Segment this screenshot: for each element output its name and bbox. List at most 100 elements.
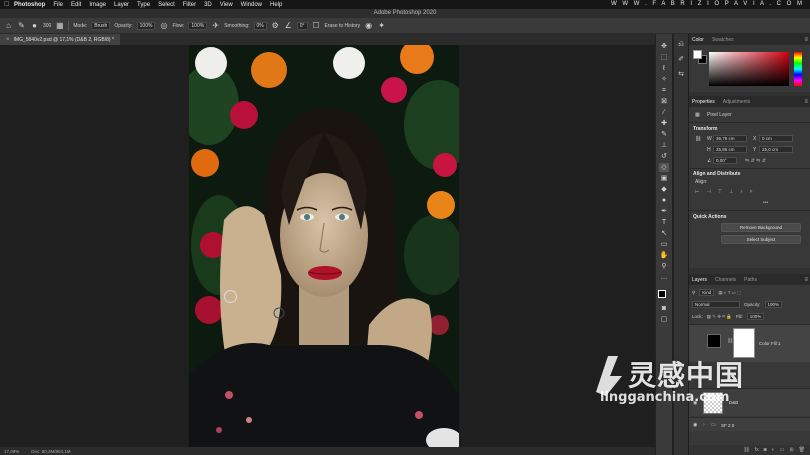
smoothing-input[interactable]: 0%: [253, 21, 267, 30]
shape-tool-icon[interactable]: ▭: [659, 240, 669, 249]
type-tool-icon[interactable]: T: [659, 218, 669, 227]
new-layer-icon[interactable]: ⊞: [789, 447, 793, 453]
eraser-tool-icon[interactable]: ◇: [659, 163, 669, 172]
menu-app-name[interactable]: Photoshop: [14, 2, 45, 8]
x-input[interactable]: 0 cm: [759, 135, 793, 142]
brush-settings-panel-icon[interactable]: ✐: [677, 55, 686, 64]
frame-tool-icon[interactable]: ⊠: [659, 97, 669, 106]
more-options-icon[interactable]: •••: [763, 200, 768, 206]
move-tool-icon[interactable]: ✥: [659, 42, 669, 51]
align-header[interactable]: Align and Distribute: [693, 171, 741, 177]
doc-info[interactable]: Doc: 80,2M/804,1M: [31, 449, 70, 454]
symmetry-icon[interactable]: ✦: [377, 21, 386, 30]
color-fg-bg-swatches[interactable]: [693, 50, 707, 64]
panel-menu-icon[interactable]: ≡: [804, 37, 808, 43]
remove-background-button[interactable]: Remove Background: [721, 223, 801, 232]
link-icon[interactable]: ⛓: [695, 136, 701, 142]
brush-settings-icon[interactable]: ▦: [55, 21, 64, 30]
eraser-tool-icon[interactable]: ✎: [17, 21, 26, 30]
layer-opacity-input[interactable]: 100%: [764, 301, 783, 308]
filter-kind-select[interactable]: Kind: [699, 289, 715, 296]
pen-tool-icon[interactable]: ✒: [659, 207, 669, 216]
document-tab[interactable]: × IMG_5840v2.psd @ 17,1% (D&B 2, RGB/8) …: [0, 34, 120, 45]
hand-tool-icon[interactable]: ✋: [659, 251, 669, 260]
align-right-icon[interactable]: ⊤: [718, 189, 722, 195]
canvas-area[interactable]: [0, 45, 655, 447]
tab-swatches[interactable]: Swatches: [712, 37, 734, 43]
blend-mode-select[interactable]: Normal: [692, 301, 740, 308]
brush-size-value[interactable]: 300: [43, 23, 51, 29]
menu-help[interactable]: Help: [270, 2, 282, 8]
link-layers-icon[interactable]: ⛓: [743, 447, 749, 453]
menu-filter[interactable]: Filter: [183, 2, 196, 8]
menu-window[interactable]: Window: [241, 2, 262, 8]
brush-tool-icon[interactable]: ✎: [659, 130, 669, 139]
layer-row[interactable]: ◉ › ▭ SF 2.0: [689, 417, 810, 431]
chevron-right-icon[interactable]: ›: [703, 422, 705, 428]
pressure-opacity-icon[interactable]: ◎: [159, 21, 168, 30]
menu-file[interactable]: File: [53, 2, 63, 8]
eye-icon[interactable]: ◉: [693, 422, 697, 428]
foreground-color-swatch[interactable]: [658, 290, 666, 298]
hue-slider[interactable]: [794, 52, 802, 86]
width-input[interactable]: 36,76 cm: [713, 135, 747, 142]
y-input[interactable]: 25,0 cm: [759, 146, 793, 153]
add-mask-icon[interactable]: ◙: [764, 447, 767, 453]
menu-edit[interactable]: Edit: [71, 2, 81, 8]
character-panel-icon[interactable]: ⇆: [677, 70, 686, 79]
gradient-tool-icon[interactable]: ▣: [659, 174, 669, 183]
gear-icon[interactable]: ⚙: [271, 21, 280, 30]
tab-paths[interactable]: Paths: [744, 277, 757, 283]
menu-type[interactable]: Type: [137, 2, 150, 8]
angle-input[interactable]: 0°: [296, 21, 308, 30]
eyedropper-tool-icon[interactable]: ⁄: [659, 108, 669, 117]
zoom-tool-icon[interactable]: ⚲: [659, 262, 669, 271]
panel-menu-icon[interactable]: ≡: [804, 99, 808, 105]
erase-history-checkbox[interactable]: ☐: [312, 21, 321, 30]
flow-input[interactable]: 100%: [188, 21, 208, 30]
quick-actions-header[interactable]: Quick Actions: [693, 214, 726, 220]
menu-image[interactable]: Image: [89, 2, 106, 8]
quick-mask-icon[interactable]: ◙: [659, 304, 669, 313]
healing-tool-icon[interactable]: ✚: [659, 119, 669, 128]
history-brush-tool-icon[interactable]: ↺: [659, 152, 669, 161]
saturation-brightness-field[interactable]: [709, 52, 789, 86]
adjustment-icon[interactable]: ◐: [772, 447, 775, 453]
blur-tool-icon[interactable]: ◆: [659, 185, 669, 194]
filter-type-icons[interactable]: ▦ ◐ T ▭ ⬚: [718, 290, 741, 296]
menu-3d[interactable]: 3D: [204, 2, 212, 8]
align-left-icon[interactable]: ⊢: [695, 189, 699, 195]
flip-icons[interactable]: ⇋ ⇵ ⇋ ⇵: [745, 158, 766, 164]
trash-icon[interactable]: 🗑: [799, 447, 805, 453]
crop-tool-icon[interactable]: ⌗: [659, 86, 669, 95]
angle-input[interactable]: 0,00°: [713, 157, 737, 164]
home-icon[interactable]: ⌂: [4, 21, 13, 30]
zoom-level[interactable]: 17,08%: [4, 449, 19, 454]
document-image[interactable]: [189, 45, 459, 447]
tab-layers[interactable]: Layers: [692, 277, 707, 283]
align-center-icon[interactable]: ⊣: [706, 189, 710, 195]
pressure-size-icon[interactable]: ◉: [364, 21, 373, 30]
foreground-background-swatches[interactable]: [658, 290, 670, 302]
close-icon[interactable]: ×: [6, 37, 10, 43]
panel-menu-icon[interactable]: ≡: [804, 277, 808, 283]
stamp-tool-icon[interactable]: ⊥: [659, 141, 669, 150]
airbrush-icon[interactable]: ✈: [211, 21, 220, 30]
history-panel-icon[interactable]: ⎌: [677, 40, 686, 49]
lock-icons[interactable]: ▦ ✎ ✥ ⌗ 🔒: [707, 314, 732, 320]
brush-preset-icon[interactable]: ●: [30, 21, 39, 30]
align-top-icon[interactable]: ⊥: [729, 189, 733, 195]
path-select-tool-icon[interactable]: ↖: [659, 229, 669, 238]
marquee-tool-icon[interactable]: ⬚: [659, 53, 669, 62]
new-group-icon[interactable]: ▭: [780, 447, 785, 453]
tab-properties[interactable]: Properties: [692, 99, 715, 105]
tab-channels[interactable]: Channels: [715, 277, 736, 283]
transform-header[interactable]: Transform: [693, 126, 717, 132]
tab-adjustments[interactable]: Adjustments: [723, 99, 751, 105]
lasso-tool-icon[interactable]: ℓ: [659, 64, 669, 73]
mode-select[interactable]: Brush: [91, 21, 111, 30]
align-middle-icon[interactable]: ⊦: [740, 189, 743, 195]
apple-icon[interactable]: : [4, 1, 14, 8]
fill-input[interactable]: 100%: [746, 313, 765, 320]
fx-icon[interactable]: fx: [755, 447, 759, 453]
